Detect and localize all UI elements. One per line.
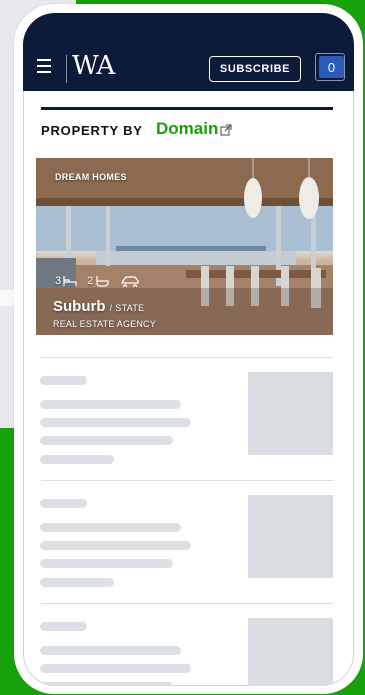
top-navigation-bar: WA SUBSCRIBE 0 [23,13,354,91]
skeleton-line [40,664,191,673]
car-icon [121,276,139,287]
listing-stats: 3 2 [55,273,149,289]
bathrooms-stat: 2 [87,275,109,287]
notifications-count: 0 [319,56,344,78]
skeleton-line [40,418,191,427]
featured-listing-card[interactable]: DREAM HOMES 3 2 Suburb / STATE REAL ESTA… [36,158,333,335]
skeleton-thumbnail [248,495,333,578]
skeleton-line [40,376,87,385]
skeleton-line [40,499,87,508]
skeleton-line [40,523,181,532]
skeleton-thumbnail [248,618,333,686]
notifications-button[interactable]: 0 [315,53,345,81]
subscribe-button[interactable]: SUBSCRIBE [209,56,301,82]
agency-name: REAL ESTATE AGENCY [53,319,156,329]
suburb-name: Suburb [53,298,106,315]
skeleton-line [40,622,87,631]
skeleton-line [40,682,173,686]
bed-icon [63,276,77,286]
bedrooms-stat: 3 [55,275,77,287]
skeleton-line [40,541,191,550]
parking-stat [119,275,139,287]
skeleton-line [40,559,173,568]
site-logo[interactable]: WA [72,51,115,81]
skeleton-line [40,646,181,655]
hamburger-menu-icon[interactable] [37,59,53,73]
section-rule [41,107,333,110]
bath-icon [96,276,109,287]
bathrooms-count: 2 [87,275,94,287]
domain-partner-link[interactable]: Domain [156,119,218,139]
skeleton-line [40,578,114,587]
skeleton-line [40,455,114,464]
skeleton-thumbnail [248,372,333,455]
divider [41,480,333,481]
divider [41,603,333,604]
skeleton-line [40,436,173,445]
divider [41,357,333,358]
external-link-icon[interactable] [220,124,232,136]
bedrooms-count: 3 [55,275,62,287]
phone-frame: WA SUBSCRIBE 0 PROPERTY BY Domain DREAM … [14,4,363,694]
listing-tag: DREAM HOMES [55,172,127,182]
property-by-label: PROPERTY BY [41,123,143,138]
phone-screen: WA SUBSCRIBE 0 PROPERTY BY Domain DREAM … [23,13,354,686]
state-name: / STATE [109,303,145,313]
skeleton-line [40,400,181,409]
listing-suburb: Suburb / STATE [53,298,144,315]
logo-divider [66,55,67,83]
